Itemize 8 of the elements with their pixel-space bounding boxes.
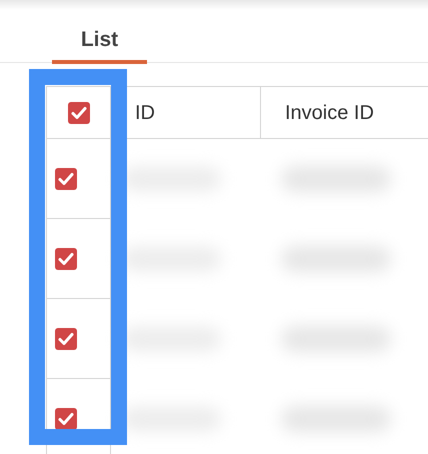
checkbox[interactable]: [55, 168, 77, 190]
tab[interactable]: List: [52, 16, 147, 64]
checkbox[interactable]: [55, 408, 77, 430]
column-header: ID: [135, 100, 155, 126]
column-header: Invoice ID: [285, 100, 374, 126]
checkbox[interactable]: [55, 328, 77, 350]
checkbox[interactable]: [68, 102, 90, 124]
checkbox[interactable]: [55, 248, 77, 270]
